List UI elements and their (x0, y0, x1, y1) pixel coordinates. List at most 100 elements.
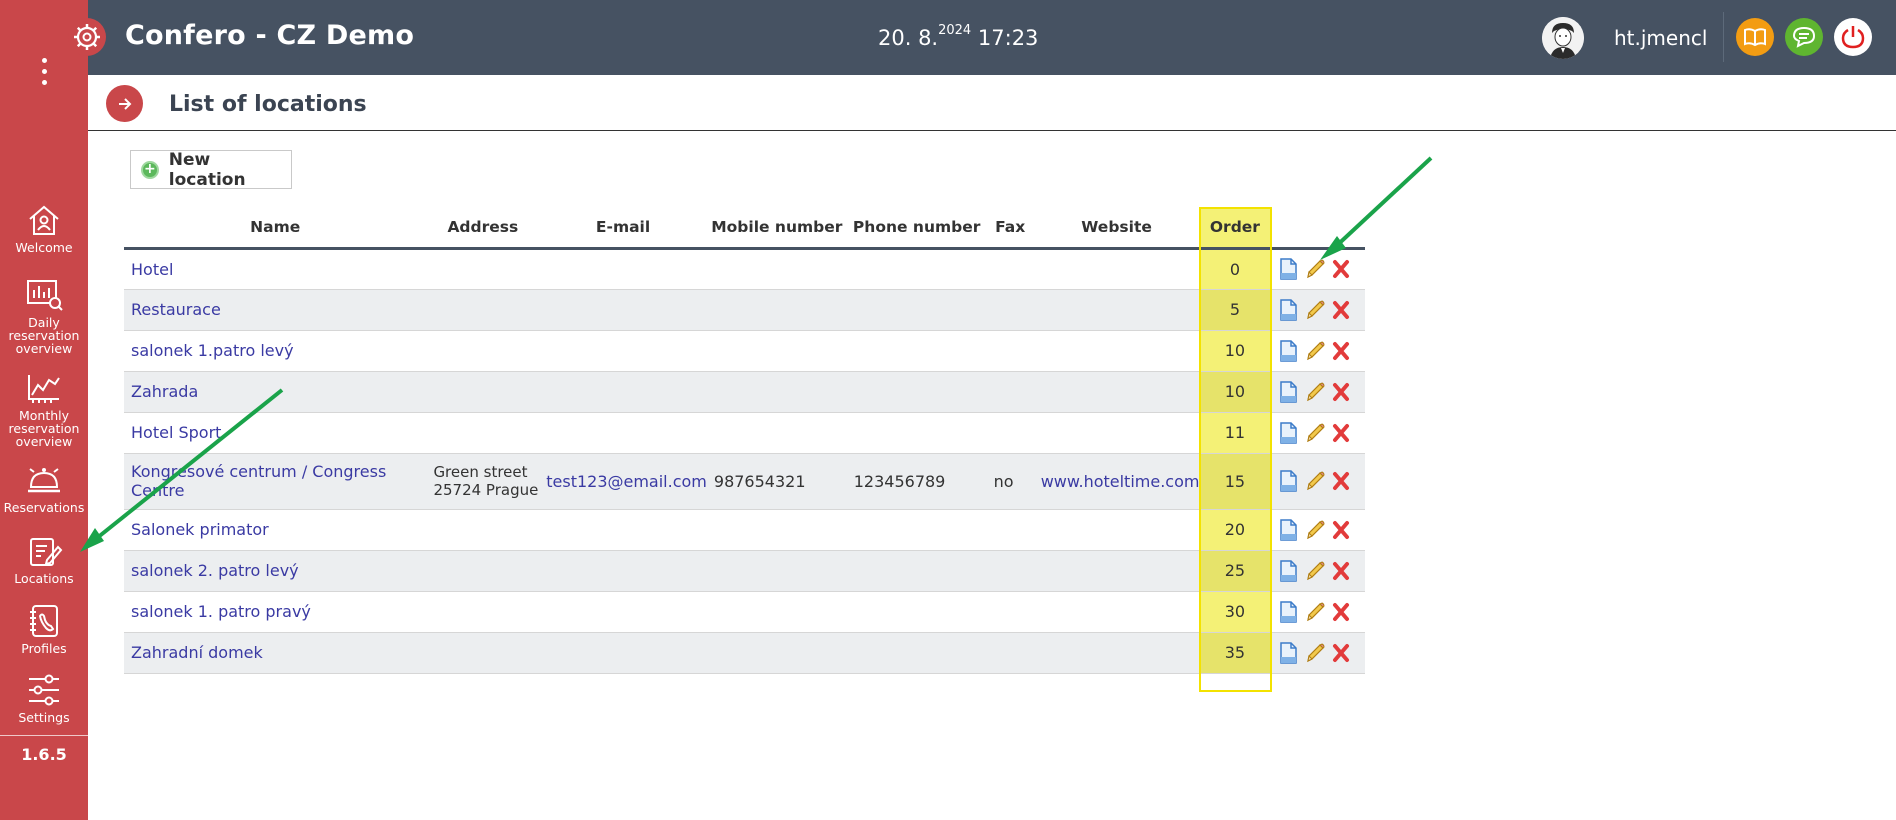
cell-actions (1270, 412, 1365, 454)
cell-phone (846, 591, 987, 633)
sidebar-item-settings[interactable]: Settings (0, 673, 88, 724)
sidebar-item-label: Locations (14, 571, 74, 586)
table-row: salonek 1.patro levý 10 (124, 330, 1365, 372)
view-detail-icon[interactable] (1279, 380, 1299, 403)
edit-pencil-icon[interactable] (1305, 340, 1325, 362)
view-detail-icon[interactable] (1279, 518, 1299, 541)
back-button[interactable] (106, 85, 143, 122)
edit-pencil-icon[interactable] (1305, 470, 1325, 492)
kebab-menu-icon[interactable] (40, 58, 48, 88)
view-detail-icon[interactable] (1279, 298, 1299, 321)
cell-phone (846, 289, 987, 331)
edit-pencil-icon[interactable] (1305, 422, 1325, 444)
cell-website (1033, 509, 1200, 551)
column-header-fax[interactable]: Fax (986, 207, 1034, 250)
cell-phone (846, 509, 987, 551)
cell-email (539, 509, 707, 551)
column-header-phone[interactable]: Phone number (846, 207, 987, 250)
column-header-name[interactable]: Name (124, 207, 427, 250)
delete-icon[interactable] (1331, 519, 1351, 541)
sidebar-item-profiles[interactable]: Profiles (0, 604, 88, 655)
location-name-link[interactable]: Kongresové centrum / Congress Centre (131, 462, 386, 500)
new-location-label: New location (168, 149, 246, 190)
view-detail-icon[interactable] (1279, 339, 1299, 362)
location-name-link[interactable]: salonek 1. patro pravý (131, 602, 311, 621)
help-book-button[interactable] (1736, 18, 1774, 56)
new-location-button[interactable]: + New location (130, 149, 292, 190)
delete-icon[interactable] (1331, 258, 1351, 280)
location-name-link[interactable]: Hotel Sport (131, 423, 221, 442)
logout-button[interactable] (1834, 18, 1872, 56)
column-header-email[interactable]: E-mail (539, 207, 707, 250)
address-line: 25724 Prague (433, 481, 539, 499)
cell-email: test123@email.com (539, 453, 707, 510)
edit-pencil-icon[interactable] (1305, 519, 1325, 541)
cell-phone (846, 412, 987, 454)
cell-order: 15 (1199, 453, 1271, 510)
edit-pencil-icon[interactable] (1305, 642, 1325, 664)
sidebar-item-monthly-reservation-overview[interactable]: Monthly reservation overview (0, 371, 88, 448)
sidebar-item-reservations[interactable]: Reservations (0, 463, 88, 514)
column-header-order[interactable]: Order (1199, 207, 1271, 250)
table-row: Kongresové centrum / Congress Centre Gree… (124, 453, 1365, 510)
cell-fax (986, 289, 1034, 331)
cell-address (426, 412, 540, 454)
column-header-website[interactable]: Website (1033, 207, 1200, 250)
cell-email (539, 632, 707, 674)
delete-icon[interactable] (1331, 422, 1351, 444)
edit-pencil-icon[interactable] (1305, 381, 1325, 403)
chat-button[interactable] (1785, 18, 1823, 56)
column-header-address[interactable]: Address (426, 207, 540, 250)
top-bar: Confero - CZ Demo 20. 8.2024 17:23 ht.jm… (88, 0, 1896, 75)
delete-icon[interactable] (1331, 470, 1351, 492)
locations-table: Name Address E-mail Mobile number Phone … (124, 207, 1365, 674)
website-link[interactable]: www.hoteltime.com (1041, 472, 1200, 491)
cell-name: Hotel Sport (124, 412, 427, 454)
delete-icon[interactable] (1331, 560, 1351, 582)
view-detail-icon[interactable] (1279, 258, 1299, 280)
view-detail-icon[interactable] (1279, 559, 1299, 582)
cell-order: 0 (1199, 248, 1271, 290)
email-link[interactable]: test123@email.com (546, 472, 707, 491)
cell-phone (846, 248, 987, 290)
edit-pencil-icon[interactable] (1305, 258, 1325, 280)
add-icon: + (141, 160, 159, 179)
sidebar-item-label: Settings (18, 710, 70, 725)
app-title: Confero - CZ Demo (125, 20, 415, 51)
edit-pencil-icon[interactable] (1305, 601, 1325, 623)
cell-address (426, 248, 540, 290)
location-name-link[interactable]: Restaurace (131, 300, 221, 319)
delete-icon[interactable] (1331, 340, 1351, 362)
location-name-link[interactable]: salonek 2. patro levý (131, 561, 299, 580)
location-name-link[interactable]: Salonek primator (131, 520, 269, 539)
cell-mobile: 987654321 (706, 453, 847, 510)
avatar[interactable] (1542, 17, 1584, 59)
edit-pencil-icon[interactable] (1305, 560, 1325, 582)
view-detail-icon[interactable] (1279, 470, 1299, 492)
sidebar-item-daily-reservation-overview[interactable]: Daily reservation overview (0, 278, 88, 355)
username[interactable]: ht.jmencl (1614, 26, 1707, 50)
cell-actions (1270, 550, 1365, 592)
cell-actions (1270, 248, 1365, 290)
sidebar-item-locations[interactable]: Locations (0, 534, 88, 585)
column-header-mobile[interactable]: Mobile number (706, 207, 847, 250)
delete-icon[interactable] (1331, 381, 1351, 403)
cell-name: salonek 1.patro levý (124, 330, 427, 372)
app-logo-gear-icon[interactable] (68, 18, 106, 56)
location-name-link[interactable]: salonek 1.patro levý (131, 341, 294, 360)
view-detail-icon[interactable] (1279, 641, 1299, 664)
delete-icon[interactable] (1331, 299, 1351, 321)
location-name-link[interactable]: Hotel (131, 260, 173, 279)
delete-icon[interactable] (1331, 642, 1351, 664)
sidebar-item-label: overview (15, 341, 73, 356)
location-name-link[interactable]: Zahradní domek (131, 643, 263, 662)
sidebar-item-welcome[interactable]: Welcome (0, 203, 88, 254)
delete-icon[interactable] (1331, 601, 1351, 623)
cell-fax (986, 632, 1034, 674)
cell-website (1033, 550, 1200, 592)
location-name-link[interactable]: Zahrada (131, 382, 198, 401)
edit-pencil-icon[interactable] (1305, 299, 1325, 321)
view-detail-icon[interactable] (1279, 421, 1299, 444)
view-detail-icon[interactable] (1279, 600, 1299, 623)
cell-mobile (706, 550, 847, 592)
